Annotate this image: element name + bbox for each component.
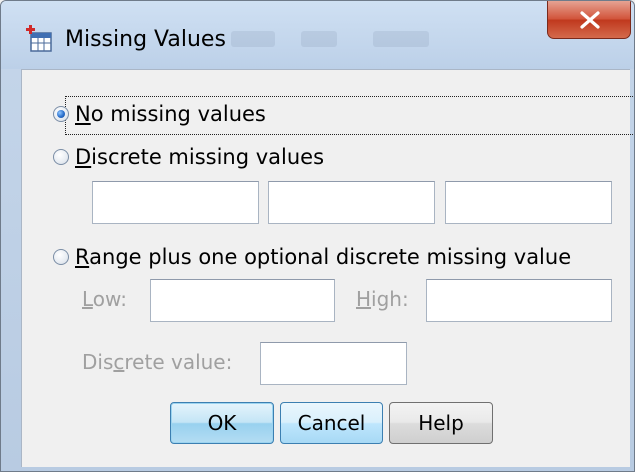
discrete-value-3-input[interactable] [445,181,612,224]
dialog-body: No missing values Discrete missing value… [21,69,634,467]
discrete-value-label: Discrete value: [82,350,233,374]
radio-label-range: Range plus one optional discrete missing… [75,245,572,269]
cancel-button[interactable]: Cancel [280,402,383,444]
radio-no-missing-values[interactable]: No missing values [53,102,266,126]
window-title: Missing Values [65,27,226,52]
radio-label-discrete: Discrete missing values [75,145,325,169]
ok-button[interactable]: OK [170,402,274,444]
background-ghost [231,31,275,47]
background-ghost [373,31,429,47]
low-input[interactable] [150,279,335,322]
radio-range-plus-discrete[interactable]: Range plus one optional discrete missing… [53,245,571,269]
discrete-value-input[interactable] [260,342,407,385]
radio-discrete-missing-values[interactable]: Discrete missing values [53,145,324,169]
high-input[interactable] [426,279,612,322]
low-label: Low: [82,287,128,311]
high-label: High: [356,287,409,311]
help-button[interactable]: Help [389,402,493,444]
title-bar[interactable]: Missing Values [1,1,634,69]
close-button[interactable] [547,1,631,39]
radio-button-selected[interactable] [53,106,69,122]
background-ghost [301,31,337,47]
radio-button[interactable] [53,249,69,265]
discrete-value-2-input[interactable] [268,181,435,224]
radio-button[interactable] [53,149,69,165]
spss-data-grid-icon [25,25,53,53]
missing-values-dialog: Missing Values No missing values Discret… [0,0,635,472]
discrete-value-1-input[interactable] [92,181,259,224]
radio-label-no-missing: No missing values [75,102,266,126]
